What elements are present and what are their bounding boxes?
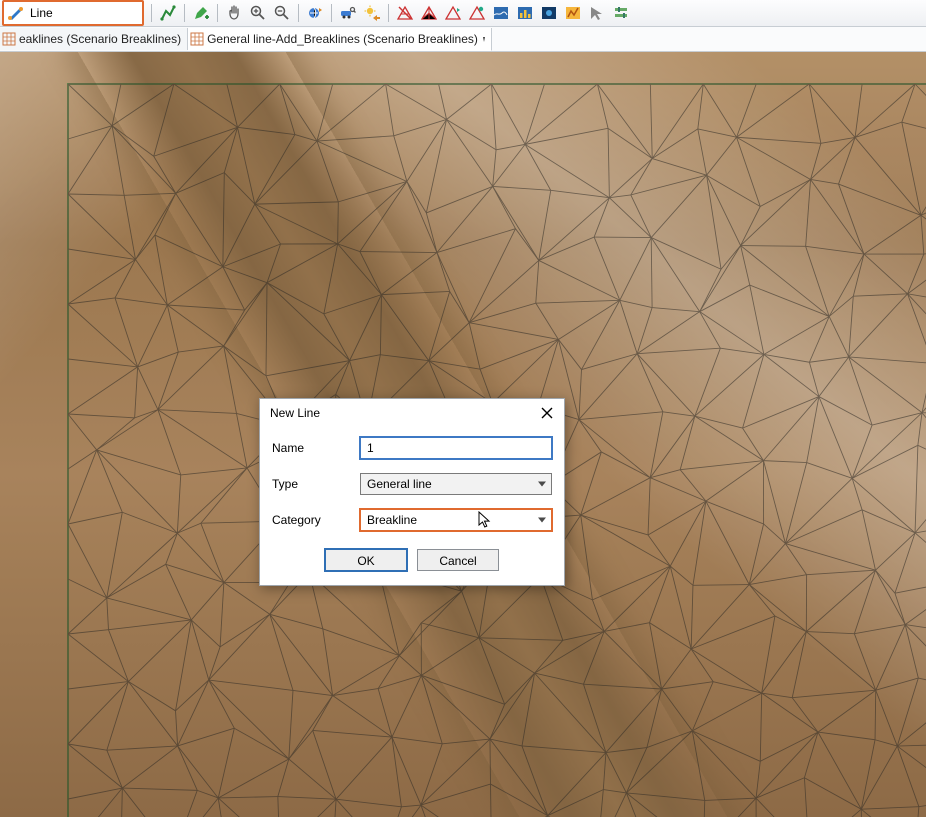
ok-button[interactable]: OK [325, 549, 407, 571]
tab-label: General line-Add_Breaklines (Scenario Br… [207, 32, 478, 46]
polyline-icon[interactable] [157, 2, 179, 24]
entity-type-icon [4, 3, 26, 23]
new-line-dialog: New Line Name Type Category [259, 398, 565, 586]
globe-arrow-icon[interactable] [304, 2, 326, 24]
toolbar-separator [298, 4, 299, 22]
pan-icon[interactable] [223, 2, 245, 24]
toolbar-separator [388, 4, 389, 22]
mesh-b-icon[interactable] [418, 2, 440, 24]
tab-breaklines[interactable]: eaklines (Scenario Breaklines) [0, 28, 188, 50]
entity-type-selector[interactable] [2, 0, 144, 26]
category-label: Category [272, 513, 360, 527]
map-canvas[interactable]: New Line Name Type Category [0, 52, 926, 817]
tab-label: eaklines (Scenario Breaklines) [19, 32, 181, 46]
type-label: Type [272, 477, 360, 491]
close-icon[interactable] [536, 403, 558, 423]
toolbar-separator [151, 4, 152, 22]
pencil-plus-icon[interactable] [190, 2, 212, 24]
mesh-c-icon[interactable] [442, 2, 464, 24]
text-caret [483, 37, 485, 42]
category-select[interactable] [360, 509, 552, 531]
dialog-body: Name Type Category [260, 427, 564, 545]
mesh-icon [190, 32, 204, 46]
dialog-title-text: New Line [270, 406, 320, 420]
mesh-a-icon[interactable] [394, 2, 416, 24]
settings-icon[interactable] [610, 2, 632, 24]
zoom-out-icon[interactable] [271, 2, 293, 24]
name-input[interactable] [360, 437, 552, 459]
toolbar-separator [331, 4, 332, 22]
sun-arrow-icon[interactable] [361, 2, 383, 24]
panel-spark-icon[interactable] [562, 2, 584, 24]
panel-dark-icon[interactable] [538, 2, 560, 24]
panel-bars-icon[interactable] [514, 2, 536, 24]
dialog-button-row: OK Cancel [260, 545, 564, 585]
car-find-icon[interactable] [337, 2, 359, 24]
cancel-button[interactable]: Cancel [417, 549, 499, 571]
entity-type-select[interactable] [26, 3, 142, 23]
tab-general-line[interactable]: General line-Add_Breaklines (Scenario Br… [188, 28, 492, 51]
panel-map-icon[interactable] [490, 2, 512, 24]
main-toolbar [0, 0, 926, 27]
toolbar-separator [217, 4, 218, 22]
mesh-d-icon[interactable] [466, 2, 488, 24]
toolbar-separator [184, 4, 185, 22]
name-label: Name [272, 441, 360, 455]
dialog-titlebar[interactable]: New Line [260, 399, 564, 427]
type-select[interactable] [360, 473, 552, 495]
cursor-play-icon[interactable] [586, 2, 608, 24]
document-tabs: eaklines (Scenario Breaklines) General l… [0, 27, 926, 52]
zoom-in-icon[interactable] [247, 2, 269, 24]
mesh-icon [2, 32, 16, 46]
